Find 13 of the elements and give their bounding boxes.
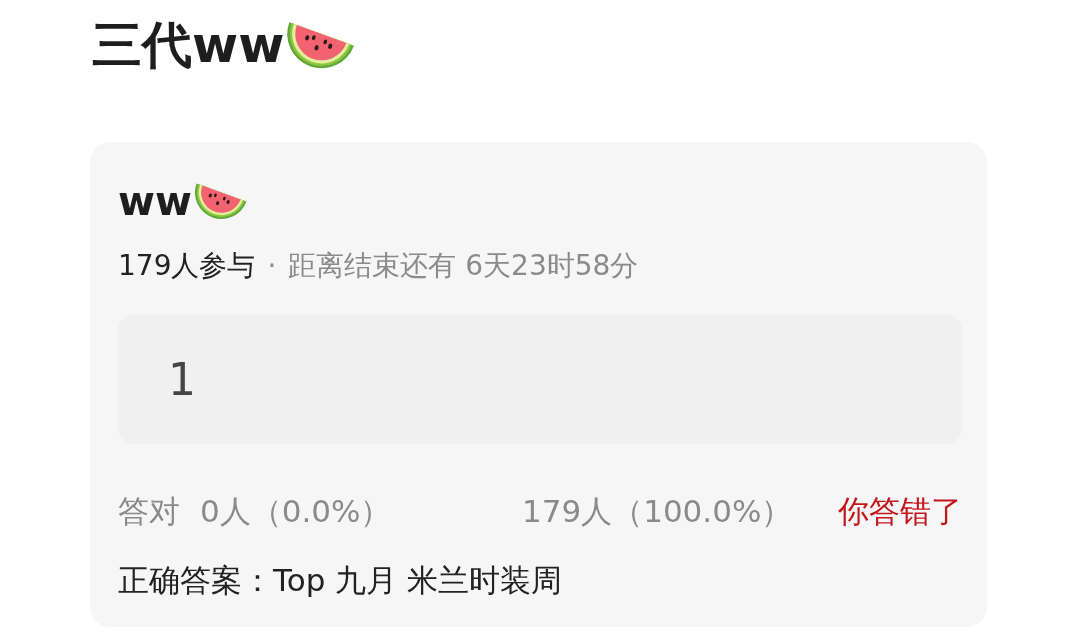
answer-field: 1	[118, 314, 962, 444]
participant-count: 179人参与	[118, 248, 256, 284]
wrong-count: 179人（100.0%）	[522, 492, 793, 531]
countdown-text: 距离结束还有 6天23时58分	[288, 248, 639, 284]
correct-count: 0人（0.0%）	[200, 492, 392, 531]
correct-answer-text: 正确答案：Top 九月 米兰时装周	[118, 561, 564, 600]
page-title: 三代ww	[92, 15, 285, 75]
result-text: 你答错了	[838, 492, 962, 531]
watermelon-icon	[286, 20, 357, 70]
separator-dot: ·	[267, 248, 277, 284]
quiz-title: ww	[118, 177, 192, 225]
watermelon-icon	[193, 182, 248, 220]
correct-label: 答对	[118, 492, 180, 531]
